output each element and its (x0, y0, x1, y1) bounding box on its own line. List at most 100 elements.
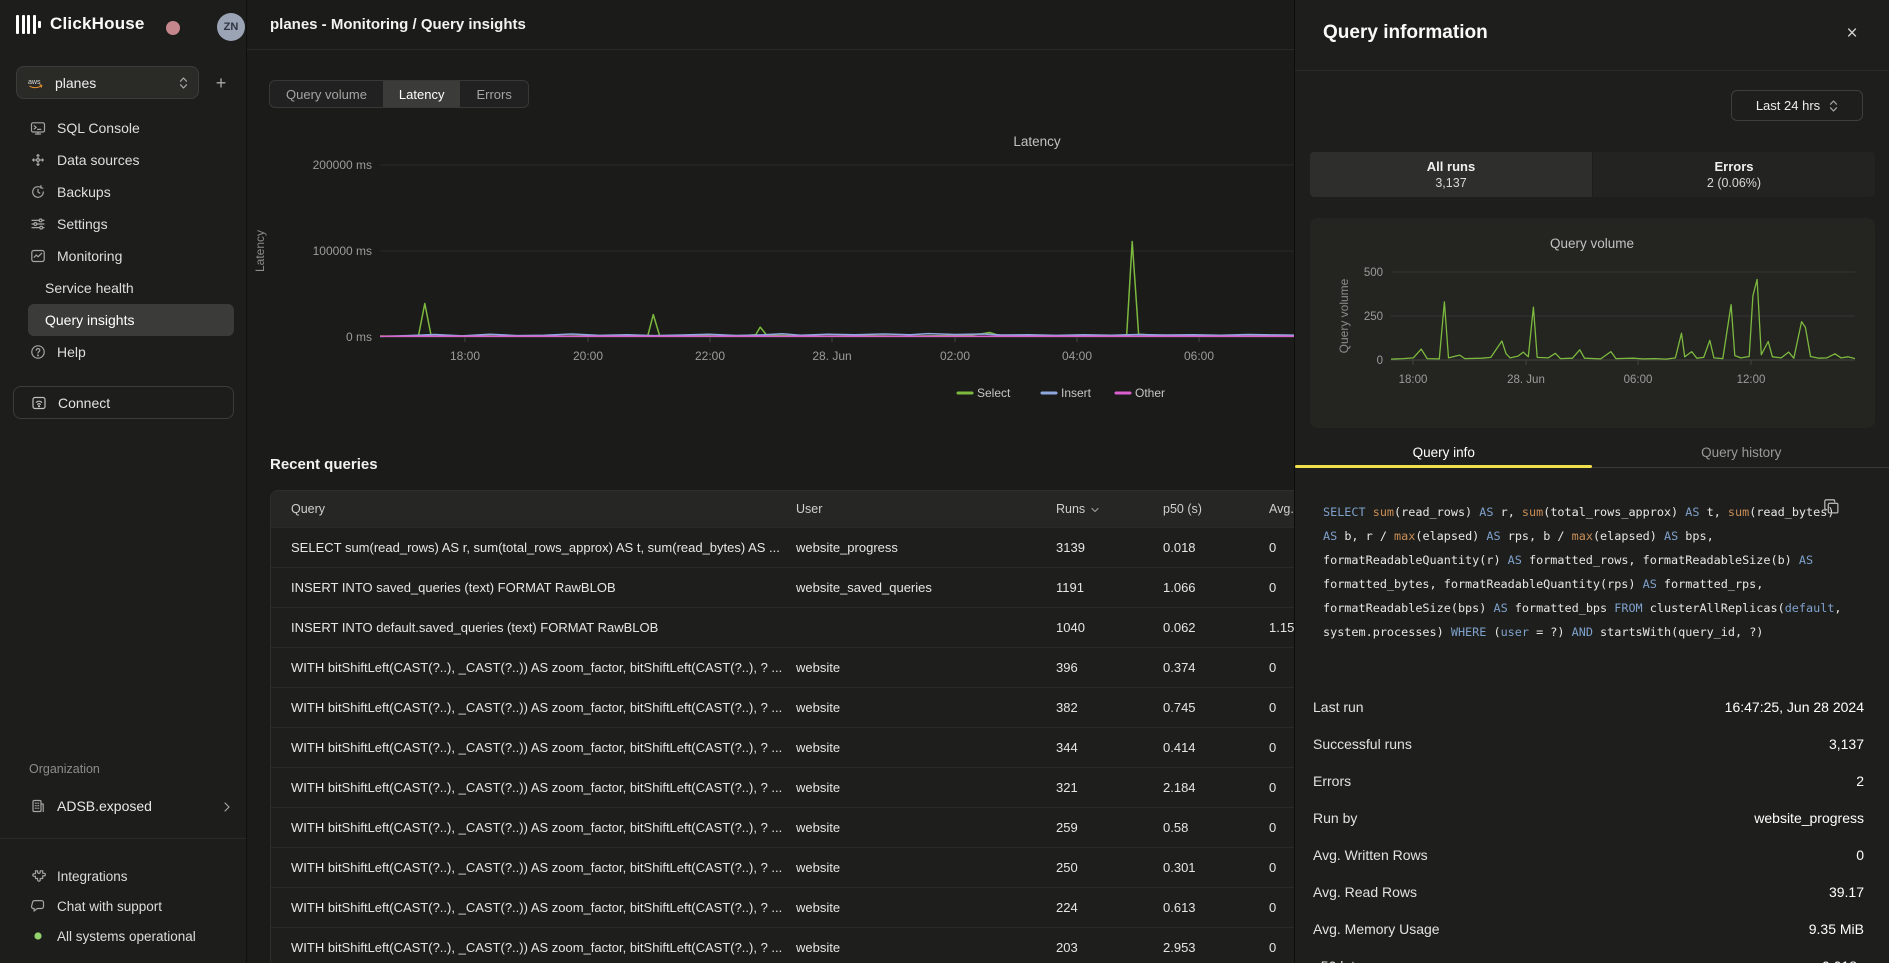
tab-query-info[interactable]: Query info (1295, 437, 1593, 467)
cell-p50: 2.184 (1163, 780, 1269, 795)
table-row[interactable]: WITH bitShiftLeft(CAST(?..), _CAST(?..))… (271, 687, 1294, 727)
footer-item-2[interactable]: All systems operational (0, 921, 246, 951)
cell-runs: 3139 (1056, 540, 1163, 555)
column-header-avg-[interactable]: Avg. (1269, 502, 1294, 516)
sidebar-nav: SQL ConsoleData sourcesBackupsSettingsMo… (0, 112, 246, 368)
sidebar-item-settings[interactable]: Settings (0, 208, 246, 240)
code-line: formatReadableSize(bps) AS formatted_bps… (1323, 596, 1863, 620)
cell-avg: 0 (1269, 580, 1294, 595)
column-header-label: Runs (1056, 502, 1085, 516)
table-row[interactable]: INSERT INTO saved_queries (text) FORMAT … (271, 567, 1294, 607)
code-token: AS (1664, 529, 1678, 543)
clickhouse-logo[interactable]: ClickHouse (16, 14, 145, 34)
segment-all-runs[interactable]: All runs3,137 (1310, 152, 1592, 197)
data-sources-icon (30, 152, 46, 168)
query-volume-chart: 025050018:0028. Jun06:0012:00Query volum… (1310, 218, 1875, 428)
code-token: ( (1486, 625, 1500, 639)
column-header-user[interactable]: User (796, 502, 1056, 516)
code-line: SELECT sum(read_rows) AS r, sum(total_ro… (1323, 500, 1863, 524)
tab-latency[interactable]: Latency (383, 81, 461, 107)
cell-avg: 0 (1269, 700, 1294, 715)
cell-query: INSERT INTO saved_queries (text) FORMAT … (291, 580, 796, 595)
time-range-value: Last 24 hrs (1756, 98, 1820, 113)
chat-icon (30, 898, 46, 914)
table-row[interactable]: WITH bitShiftLeft(CAST(?..), _CAST(?..))… (271, 727, 1294, 767)
code-token: clusterAllReplicas( (1643, 601, 1785, 615)
tab-query-history[interactable]: Query history (1593, 437, 1889, 467)
svg-text:200000 ms: 200000 ms (313, 158, 372, 172)
table-header-row: QueryUserRuns p50 (s)Avg. (271, 491, 1294, 527)
table-row[interactable]: SELECT sum(read_rows) AS r, sum(total_ro… (271, 527, 1294, 567)
stat-label: Last run (1313, 699, 1725, 715)
clickhouse-logo-icon (16, 15, 41, 34)
stat-value: website_progress (1754, 810, 1864, 826)
tab-query-volume[interactable]: Query volume (270, 81, 383, 107)
latency-chart: 0 ms100000 ms200000 ms18:0020:0022:0028.… (247, 110, 1294, 410)
connect-button[interactable]: Connect (13, 386, 234, 419)
add-service-button[interactable]: + (208, 70, 234, 96)
code-token: sum (1522, 505, 1543, 519)
table-row[interactable]: WITH bitShiftLeft(CAST(?..), _CAST(?..))… (271, 887, 1294, 927)
sidebar-item-service-health[interactable]: Service health (28, 272, 234, 304)
segment-errors[interactable]: Errors2 (0.06%) (1593, 152, 1875, 197)
code-line: system.processes) WHERE (user = ?) AND s… (1323, 620, 1863, 644)
connect-icon (31, 395, 47, 411)
panel-title: Query information (1323, 22, 1488, 44)
organization-row[interactable]: ADSB.exposed (0, 790, 246, 822)
service-health-dot-icon[interactable] (166, 21, 180, 35)
avatar[interactable]: ZN (217, 13, 245, 41)
sidebar-item-query-insights[interactable]: Query insights (28, 304, 234, 336)
sidebar-item-monitoring[interactable]: Monitoring (0, 240, 246, 272)
sidebar-subitem-label: Service health (45, 280, 134, 296)
column-header-p50-s-[interactable]: p50 (s) (1163, 502, 1269, 516)
svg-text:18:00: 18:00 (450, 349, 480, 363)
code-token: = ?) (1529, 625, 1572, 639)
cell-p50: 0.374 (1163, 660, 1269, 675)
chevron-updown-icon (179, 76, 188, 90)
code-token: (total_rows_approx) (1543, 505, 1685, 519)
column-header-runs[interactable]: Runs (1056, 502, 1163, 516)
organization-section-label: Organization (29, 762, 100, 776)
stat-value: 3,137 (1829, 736, 1864, 752)
table-row[interactable]: WITH bitShiftLeft(CAST(?..), _CAST(?..))… (271, 807, 1294, 847)
table-row[interactable]: WITH bitShiftLeft(CAST(?..), _CAST(?..))… (271, 847, 1294, 887)
table-row[interactable]: WITH bitShiftLeft(CAST(?..), _CAST(?..))… (271, 767, 1294, 807)
sidebar-item-help[interactable]: Help (0, 336, 246, 368)
stat-row-avg-written-rows: Avg. Written Rows0 (1295, 836, 1889, 873)
chevron-right-icon (222, 800, 232, 812)
sidebar: ClickHouse ZN aws planes + SQL ConsoleDa… (0, 0, 247, 963)
footer-item-label: Integrations (57, 869, 128, 884)
column-header-query[interactable]: Query (291, 502, 796, 516)
code-token: (elapsed) (1415, 529, 1486, 543)
service-selector[interactable]: aws planes (16, 66, 199, 99)
table-row[interactable]: INSERT INTO default.saved_queries (text)… (271, 607, 1294, 647)
recent-queries-table: QueryUserRuns p50 (s)Avg. SELECT sum(read… (270, 490, 1294, 963)
stat-row-avg-read-rows: Avg. Read Rows39.17 (1295, 873, 1889, 910)
cell-query: WITH bitShiftLeft(CAST(?..), _CAST(?..))… (291, 820, 796, 835)
recent-queries-title: Recent queries (270, 456, 378, 473)
cell-p50: 0.414 (1163, 740, 1269, 755)
stat-row-avg-memory-usage: Avg. Memory Usage9.35 MiB (1295, 910, 1889, 947)
footer-item-0[interactable]: Integrations (0, 861, 246, 891)
table-row[interactable]: WITH bitShiftLeft(CAST(?..), _CAST(?..))… (271, 647, 1294, 687)
sidebar-item-backups[interactable]: Backups (0, 176, 246, 208)
chart-tabs: Query volumeLatencyErrors (269, 80, 529, 108)
copy-icon[interactable] (1823, 498, 1840, 515)
sidebar-item-sql-console[interactable]: SQL Console (0, 112, 246, 144)
service-selector-value: planes (55, 75, 170, 91)
code-token: sum (1373, 505, 1394, 519)
cell-runs: 259 (1056, 820, 1163, 835)
sidebar-item-data-sources[interactable]: Data sources (0, 144, 246, 176)
cell-user: website (796, 780, 1056, 795)
query-information-panel: Query information × Last 24 hrs All runs… (1294, 0, 1889, 963)
tab-errors[interactable]: Errors (460, 81, 527, 107)
close-icon[interactable]: × (1838, 20, 1866, 48)
panel-header: Query information × (1295, 0, 1889, 71)
footer-item-1[interactable]: Chat with support (0, 891, 246, 921)
monitoring-icon (30, 248, 46, 264)
stat-row-last-run: Last run16:47:25, Jun 28 2024 (1295, 688, 1889, 725)
time-range-select[interactable]: Last 24 hrs (1731, 90, 1863, 121)
cell-runs: 344 (1056, 740, 1163, 755)
settings-icon (30, 216, 46, 232)
table-row[interactable]: WITH bitShiftLeft(CAST(?..), _CAST(?..))… (271, 927, 1294, 963)
